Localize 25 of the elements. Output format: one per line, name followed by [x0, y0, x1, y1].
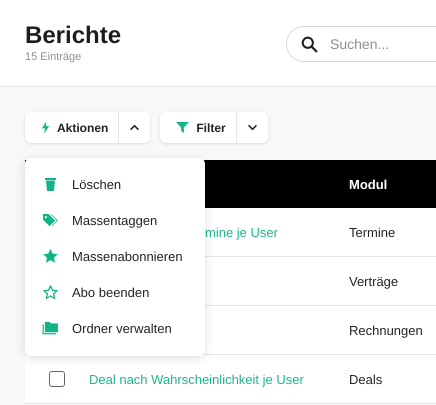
column-header: Modul — [349, 176, 388, 192]
search-field[interactable]: Suchen... — [286, 26, 436, 62]
page-title: Berichte — [25, 22, 122, 50]
menu-item[interactable]: Ordner verwalten — [25, 310, 205, 346]
caret-icon — [129, 124, 140, 131]
menu-item[interactable]: Massenabonnieren — [25, 238, 205, 274]
star-outline-icon — [42, 284, 59, 300]
row-checkbox[interactable] — [49, 371, 65, 387]
search-icon — [301, 36, 318, 52]
menu-item[interactable]: Löschen — [25, 166, 205, 202]
table-cell-text: Verträge — [349, 274, 400, 288]
folders-icon — [42, 321, 59, 335]
search-input[interactable]: Suchen... — [328, 35, 422, 53]
lightning-icon — [41, 121, 50, 134]
tag-icon — [42, 212, 59, 228]
menu-item[interactable]: Abo beenden — [25, 274, 205, 310]
star-icon — [42, 248, 59, 264]
table-cell-text: Rechnungen — [349, 322, 424, 338]
entry-count: 15 Einträge — [25, 51, 82, 63]
trash-icon — [42, 176, 59, 192]
funnel-icon — [176, 122, 190, 133]
table-cell-text: Deals — [349, 372, 384, 386]
caret-icon — [246, 124, 258, 131]
menu-item[interactable]: Massentaggen — [25, 202, 205, 238]
table-cell-text: Termine — [349, 224, 396, 240]
